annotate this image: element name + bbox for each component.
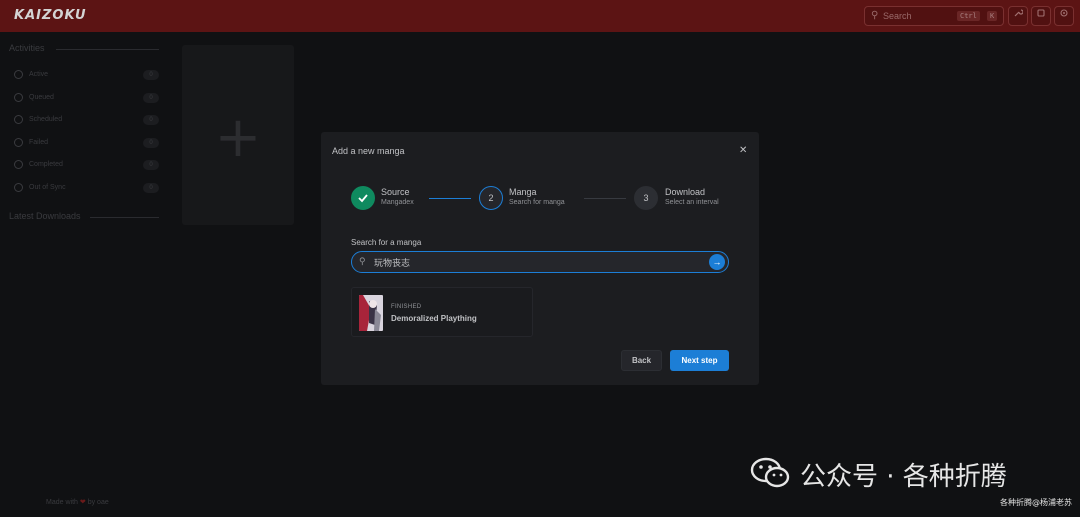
step-3-desc: Select an interval: [665, 199, 719, 206]
search-label: Search for a manga: [351, 238, 422, 247]
check-icon: [358, 194, 368, 203]
divider: [90, 217, 159, 218]
watermark-text: 公众号 · 各种折腾: [800, 462, 1007, 492]
plus-icon: +: [214, 105, 262, 170]
sidebar-item-scheduled[interactable]: Scheduled 0: [14, 114, 159, 128]
add-manga-card[interactable]: +: [182, 45, 294, 225]
step-1-desc: Mangadex: [381, 199, 414, 206]
sidebar-item-failed[interactable]: Failed 0: [14, 137, 159, 151]
count-badge: 0: [143, 183, 159, 193]
heart-icon: ❤: [79, 499, 86, 506]
step-2-desc: Search for manga: [509, 199, 565, 206]
sidebar-item-out-of-sync[interactable]: Out of Sync 0: [14, 182, 159, 196]
alert-icon: [14, 138, 23, 147]
gear-icon: [1060, 9, 1068, 17]
app-header: KAIZOKU ⚲ Search Ctrl K: [0, 0, 1080, 32]
next-step-button[interactable]: Next step: [670, 350, 729, 371]
count-badge: 0: [143, 70, 159, 80]
wechat-logo-icon: [750, 457, 790, 488]
kbd-ctrl: Ctrl: [957, 11, 980, 21]
manga-search-input[interactable]: [374, 255, 694, 269]
sidebar-item-queued[interactable]: Queued 0: [14, 92, 159, 106]
manga-search-field[interactable]: ⚲ →: [351, 251, 729, 273]
sidebar-item-label: Failed: [29, 139, 49, 146]
header-search-placeholder: Search: [883, 11, 912, 21]
sync-icon: [14, 183, 23, 192]
count-badge: 0: [143, 138, 159, 148]
step-1-check-icon[interactable]: [351, 186, 375, 210]
clock-icon: [14, 93, 23, 102]
sidebar-activities-title: Activities: [9, 43, 45, 53]
footer-prefix: Made with: [46, 499, 78, 506]
search-icon: ⚲: [359, 256, 366, 266]
sidebar-item-label: Queued: [29, 94, 54, 101]
footer-author-link[interactable]: oae: [97, 499, 109, 506]
count-badge: 0: [143, 115, 159, 125]
manga-cover-image: [359, 295, 383, 331]
footer-suffix: by: [87, 499, 96, 506]
close-icon[interactable]: ✕: [739, 145, 747, 156]
footer-made-with: Made with ❤ by oae: [46, 498, 109, 506]
step-3-title: Download: [665, 187, 706, 197]
kbd-k: K: [987, 11, 998, 21]
result-status: FINISHED: [391, 304, 422, 310]
divider: [56, 49, 159, 50]
app-logo[interactable]: KAIZOKU: [14, 8, 87, 23]
activity-icon: [14, 70, 23, 79]
add-manga-modal: Add a new manga ✕ Source Mangadex 2 Mang…: [321, 132, 759, 385]
search-submit-button[interactable]: →: [709, 254, 725, 270]
sidebar-downloads-title: Latest Downloads: [9, 211, 81, 221]
calendar-icon: [14, 115, 23, 124]
step-1-title: Source: [381, 187, 410, 197]
watermark-subtext: 各种折腾@杨浦老苏: [1000, 498, 1072, 507]
header-search-input[interactable]: ⚲ Search Ctrl K: [864, 6, 1004, 26]
count-badge: 0: [143, 93, 159, 103]
sidebar-item-label: Out of Sync: [29, 184, 66, 191]
puzzle-icon: [1037, 9, 1045, 17]
sidebar-item-label: Completed: [29, 161, 63, 168]
arrow-right-icon: →: [712, 257, 722, 267]
puzzle-icon-button[interactable]: [1031, 6, 1051, 26]
sidebar-item-label: Scheduled: [29, 116, 63, 123]
modal-title: Add a new manga: [332, 146, 405, 156]
step-connector: [584, 198, 626, 199]
back-button[interactable]: Back: [621, 350, 662, 371]
wrench-icon: [1014, 9, 1024, 17]
settings-icon-button[interactable]: [1054, 6, 1074, 26]
wrench-icon-button[interactable]: [1008, 6, 1028, 26]
sidebar-item-label: Active: [29, 71, 49, 78]
step-2-indicator[interactable]: 2: [479, 186, 503, 210]
sidebar-item-active[interactable]: Active 0: [14, 69, 159, 83]
step-2-title: Manga: [509, 187, 537, 197]
step-connector: [429, 198, 471, 199]
step-3-indicator[interactable]: 3: [634, 186, 658, 210]
sidebar-item-completed[interactable]: Completed 0: [14, 159, 159, 173]
count-badge: 0: [143, 160, 159, 170]
sidebar: Activities Active 0 Queued 0 Scheduled 0…: [0, 32, 168, 517]
search-result-card[interactable]: FINISHED Demoralized Plaything: [351, 287, 533, 337]
result-title: Demoralized Plaything: [391, 314, 477, 323]
check-circle-icon: [14, 160, 23, 169]
search-icon: ⚲: [871, 10, 879, 21]
